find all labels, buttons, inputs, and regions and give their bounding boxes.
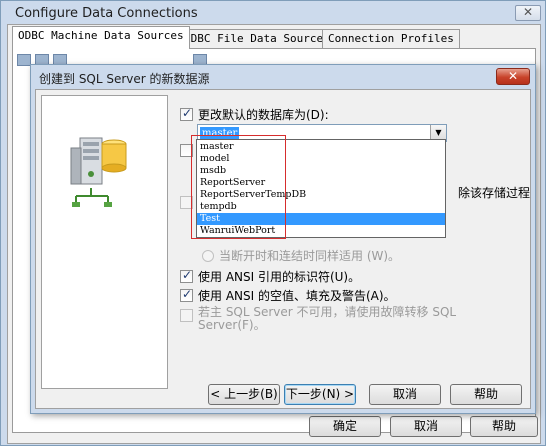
- outer-close-button[interactable]: ✕: [515, 5, 541, 21]
- failover-label-line1: 若主 SQL Server 不可用，请使用故障转移 SQL: [198, 305, 457, 319]
- radio-label: 当断开时和连结时同样适用 (W)。: [219, 249, 401, 263]
- radio-disconnect: [202, 249, 214, 262]
- tab-connection-profiles[interactable]: Connection Profiles: [322, 29, 460, 49]
- ansi-nulls-checkbox[interactable]: [180, 287, 193, 302]
- change-db-checkbox[interactable]: [180, 106, 193, 121]
- ansi-nulls-row: 使用 ANSI 的空值、填充及警告(A)。: [180, 287, 396, 304]
- failover-checkbox: [180, 309, 193, 322]
- ok-button[interactable]: 确定: [309, 416, 381, 437]
- server-database-icon: [70, 137, 127, 207]
- tab-odbc-machine-data-sources[interactable]: ODBC Machine Data Sources: [12, 26, 190, 49]
- back-button[interactable]: < 上一步(B): [208, 384, 280, 405]
- radio-row: 当断开时和连结时同样适用 (W)。: [202, 247, 400, 264]
- failover-row: 若主 SQL Server 不可用，请使用故障转移 SQL Server(F)。: [180, 306, 456, 332]
- ansi-quoted-checkbox[interactable]: [180, 268, 193, 283]
- next-button[interactable]: 下一步(N) >: [284, 384, 356, 405]
- inner-cancel-button[interactable]: 取消: [369, 384, 441, 405]
- inner-help-button[interactable]: 帮助: [450, 384, 522, 405]
- red-annotation-box: [191, 135, 286, 239]
- failover-label-line2: Server(F)。: [198, 318, 266, 332]
- failover-text: 若主 SQL Server 不可用，请使用故障转移 SQL Server(F)。: [198, 306, 456, 332]
- outer-dialog-title: Configure Data Connections: [15, 6, 198, 21]
- ansi-quoted-label: 使用 ANSI 引用的标识符(U)。: [198, 270, 361, 284]
- partial-text-row: 除该存储过程: [458, 184, 530, 201]
- create-sql-server-datasource-dialog: 创建到 SQL Server 的新数据源 ✕ ✓ 更改默认的数据库为(D): m…: [30, 64, 536, 414]
- toolbar-new-icon[interactable]: [17, 54, 31, 66]
- change-db-row: 更改默认的数据库为(D):: [180, 106, 329, 123]
- side-image-panel: [41, 95, 168, 389]
- inner-dialog-title: 创建到 SQL Server 的新数据源: [39, 72, 210, 86]
- inner-close-button[interactable]: ✕: [496, 68, 530, 85]
- outer-cancel-button[interactable]: 取消: [390, 416, 462, 437]
- ansi-nulls-label: 使用 ANSI 的空值、填充及警告(A)。: [198, 289, 396, 303]
- tab-odbc-file-data-sources[interactable]: ODBC File Data Sources: [178, 29, 336, 49]
- ansi-quoted-row: 使用 ANSI 引用的标识符(U)。: [180, 268, 360, 285]
- partial-stored-procedure-text: 除该存储过程: [458, 186, 531, 200]
- change-db-label: 更改默认的数据库为(D):: [198, 108, 329, 122]
- outer-help-button[interactable]: 帮助: [470, 416, 538, 437]
